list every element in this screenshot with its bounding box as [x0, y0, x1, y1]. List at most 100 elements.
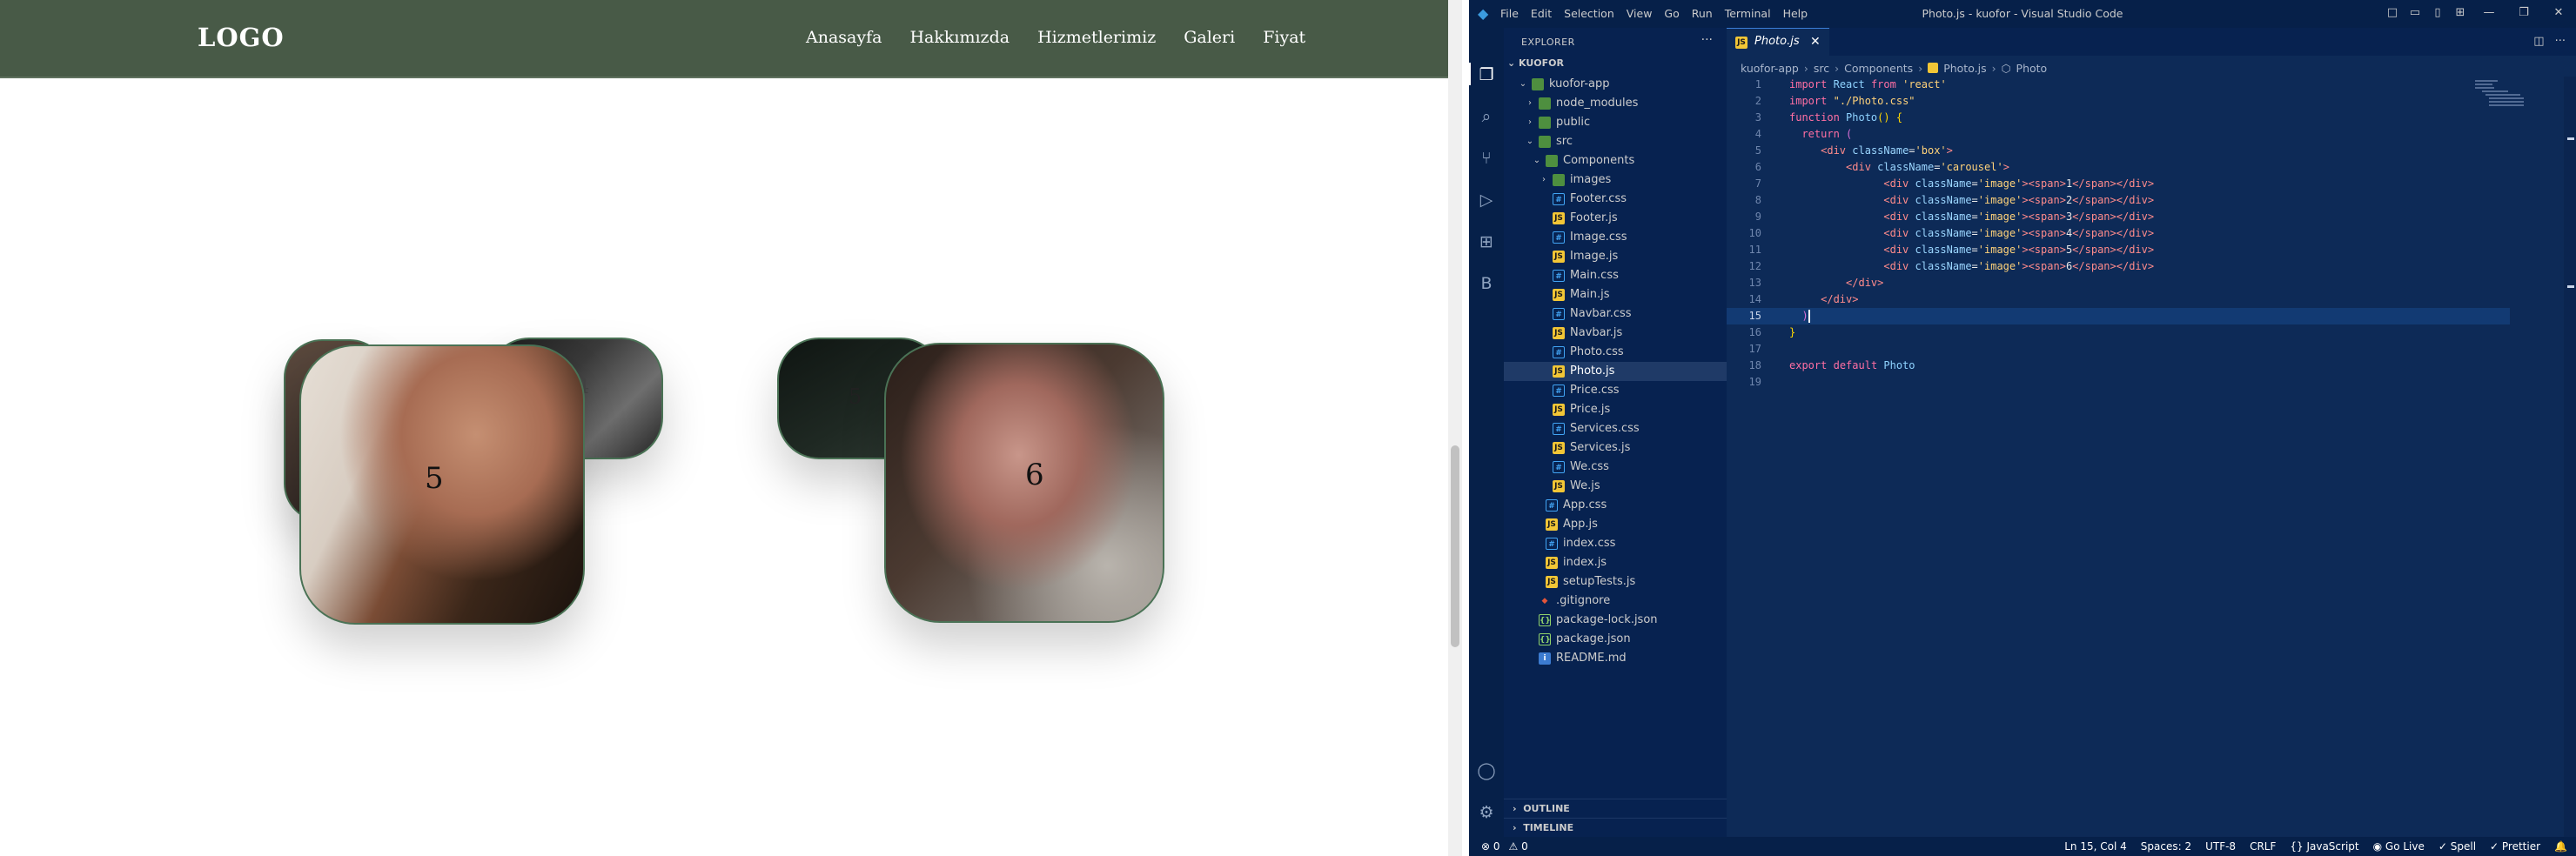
- code-line[interactable]: 7 <div className='image'><span>1</span><…: [1727, 176, 2510, 192]
- file-item[interactable]: JS Image.js: [1504, 247, 1727, 266]
- code-line[interactable]: 19: [1727, 374, 2510, 391]
- minimap[interactable]: [2472, 77, 2559, 146]
- breadcrumb-item[interactable]: Photo: [2016, 62, 2048, 75]
- run-debug-icon[interactable]: ▷: [1476, 190, 1497, 211]
- code-line[interactable]: 10 <div className='image'><span>4</span>…: [1727, 225, 2510, 242]
- bookmark-b-icon[interactable]: B: [1476, 273, 1497, 294]
- folder-item[interactable]: ⌄ kuofor-app: [1504, 75, 1727, 94]
- notifications-bell-icon[interactable]: 🔔: [2554, 837, 2567, 856]
- close-window-button[interactable]: ✕: [2541, 0, 2576, 28]
- file-item[interactable]: # Services.css: [1504, 419, 1727, 438]
- chevron-down-icon[interactable]: ⌄: [1518, 75, 1528, 94]
- code-line[interactable]: 2 import "./Photo.css": [1727, 93, 2510, 110]
- line-ending[interactable]: CRLF: [2250, 837, 2276, 856]
- chevron-right-icon[interactable]: ›: [1525, 94, 1535, 113]
- menu-selection[interactable]: Selection: [1564, 7, 1614, 20]
- folder-item[interactable]: › images: [1504, 171, 1727, 190]
- browser-scrollbar-thumb[interactable]: [1451, 445, 1459, 647]
- workspace-root[interactable]: ⌄ KUOFOR: [1507, 57, 1564, 69]
- code-line[interactable]: 1 import React from 'react': [1727, 77, 2510, 93]
- folder-item[interactable]: ⌄ src: [1504, 132, 1727, 151]
- code-line[interactable]: 8 <div className='image'><span>2</span><…: [1727, 192, 2510, 209]
- timeline-section[interactable]: › TIMELINE: [1504, 818, 1727, 837]
- file-item[interactable]: JS Services.js: [1504, 438, 1727, 458]
- close-tab-icon[interactable]: ✕: [1810, 29, 1821, 55]
- breadcrumb-item[interactable]: src: [1814, 62, 1829, 75]
- search-icon[interactable]: ⌕: [1476, 106, 1497, 127]
- file-item[interactable]: # Navbar.css: [1504, 304, 1727, 324]
- file-item[interactable]: # Footer.css: [1504, 190, 1727, 209]
- code-line[interactable]: 5 <div className='box'>: [1727, 143, 2510, 159]
- file-item[interactable]: {} package-lock.json: [1504, 611, 1727, 630]
- go-live-button[interactable]: ◉ Go Live: [2373, 837, 2425, 856]
- site-logo[interactable]: LOGO: [198, 23, 285, 52]
- code-line[interactable]: 17: [1727, 341, 2510, 358]
- encoding[interactable]: UTF-8: [2205, 837, 2236, 856]
- code-line[interactable]: 16}: [1727, 324, 2510, 341]
- file-item[interactable]: JS Photo.js: [1504, 362, 1727, 381]
- accounts-icon[interactable]: ◯: [1476, 760, 1497, 781]
- file-item[interactable]: # Photo.css: [1504, 343, 1727, 362]
- problems-warnings[interactable]: ⚠ 0: [1509, 837, 1528, 856]
- code-line[interactable]: 6 <div className='carousel'>: [1727, 159, 2510, 176]
- chevron-right-icon[interactable]: ›: [1525, 113, 1535, 132]
- nav-link-galeri[interactable]: Galeri: [1184, 28, 1235, 47]
- folder-item[interactable]: ⌄ Components: [1504, 151, 1727, 171]
- nav-link-anasayfa[interactable]: Anasayfa: [806, 28, 882, 47]
- more-actions-icon[interactable]: ···: [1701, 33, 1713, 47]
- code-line[interactable]: 12 <div className='image'><span>6</span>…: [1727, 258, 2510, 275]
- browser-scrollbar[interactable]: [1448, 0, 1462, 856]
- customize-layout-icon[interactable]: ⊞: [2449, 0, 2472, 28]
- file-item[interactable]: # Image.css: [1504, 228, 1727, 247]
- menu-edit[interactable]: Edit: [1531, 7, 1552, 20]
- code-line[interactable]: 14 </div>: [1727, 291, 2510, 308]
- file-item[interactable]: ◆ .gitignore: [1504, 592, 1727, 611]
- explorer-icon[interactable]: ❐: [1476, 64, 1497, 85]
- folder-item[interactable]: › node_modules: [1504, 94, 1727, 113]
- chevron-right-icon[interactable]: ›: [1539, 171, 1549, 190]
- chevron-down-icon[interactable]: ⌄: [1532, 151, 1542, 171]
- tab-photo-js[interactable]: JS Photo.js ✕: [1727, 28, 1829, 56]
- extensions-icon[interactable]: ⊞: [1476, 231, 1497, 252]
- nav-link-hakkimizda[interactable]: Hakkımızda: [909, 28, 1010, 47]
- code-editor[interactable]: 1 import React from 'react' 2 import "./Pho…: [1727, 77, 2510, 391]
- file-item[interactable]: # We.css: [1504, 458, 1727, 477]
- code-line[interactable]: 4 return (: [1727, 126, 2510, 143]
- menu-view[interactable]: View: [1627, 7, 1653, 20]
- source-control-icon[interactable]: ⑂: [1476, 148, 1497, 169]
- toggle-panel-icon[interactable]: ▭: [2404, 0, 2426, 28]
- outline-section[interactable]: › OUTLINE: [1504, 799, 1727, 818]
- file-item[interactable]: # App.css: [1504, 496, 1727, 515]
- file-item[interactable]: JS index.js: [1504, 553, 1727, 572]
- nav-link-hizmetlerimiz[interactable]: Hizmetlerimiz: [1037, 28, 1156, 47]
- settings-gear-icon[interactable]: ⚙: [1476, 802, 1497, 823]
- menu-file[interactable]: File: [1500, 7, 1519, 20]
- code-line[interactable]: 3 function Photo() {: [1727, 110, 2510, 126]
- chevron-down-icon[interactable]: ⌄: [1525, 132, 1535, 151]
- menu-help[interactable]: Help: [1783, 7, 1808, 20]
- file-item[interactable]: i README.md: [1504, 649, 1727, 668]
- toggle-secondary-sidebar-icon[interactable]: ▯: [2426, 0, 2449, 28]
- restore-button[interactable]: ❐: [2506, 0, 2541, 28]
- file-item[interactable]: JS Footer.js: [1504, 209, 1727, 228]
- file-item[interactable]: JS Price.js: [1504, 400, 1727, 419]
- breadcrumb-item[interactable]: kuofor-app: [1741, 62, 1799, 75]
- file-item[interactable]: JS Navbar.js: [1504, 324, 1727, 343]
- file-item[interactable]: JS App.js: [1504, 515, 1727, 534]
- code-line[interactable]: 11 <div className='image'><span>5</span>…: [1727, 242, 2510, 258]
- code-line[interactable]: 18 export default Photo: [1727, 358, 2510, 374]
- minimize-button[interactable]: —: [2472, 0, 2506, 28]
- folder-item[interactable]: › public: [1504, 113, 1727, 132]
- editor-scrollbar[interactable]: [2564, 77, 2576, 837]
- toggle-primary-sidebar-icon[interactable]: □: [2381, 0, 2404, 28]
- file-item[interactable]: # index.css: [1504, 534, 1727, 553]
- code-line[interactable]: 9 <div className='image'><span>3</span><…: [1727, 209, 2510, 225]
- breadcrumb-item[interactable]: Components: [1844, 62, 1913, 75]
- menu-terminal[interactable]: Terminal: [1725, 7, 1771, 20]
- menu-run[interactable]: Run: [1692, 7, 1713, 20]
- file-item[interactable]: JS setupTests.js: [1504, 572, 1727, 592]
- file-item[interactable]: # Main.css: [1504, 266, 1727, 285]
- cursor-position[interactable]: Ln 15, Col 4: [2064, 837, 2127, 856]
- file-item[interactable]: JS Main.js: [1504, 285, 1727, 304]
- file-item[interactable]: # Price.css: [1504, 381, 1727, 400]
